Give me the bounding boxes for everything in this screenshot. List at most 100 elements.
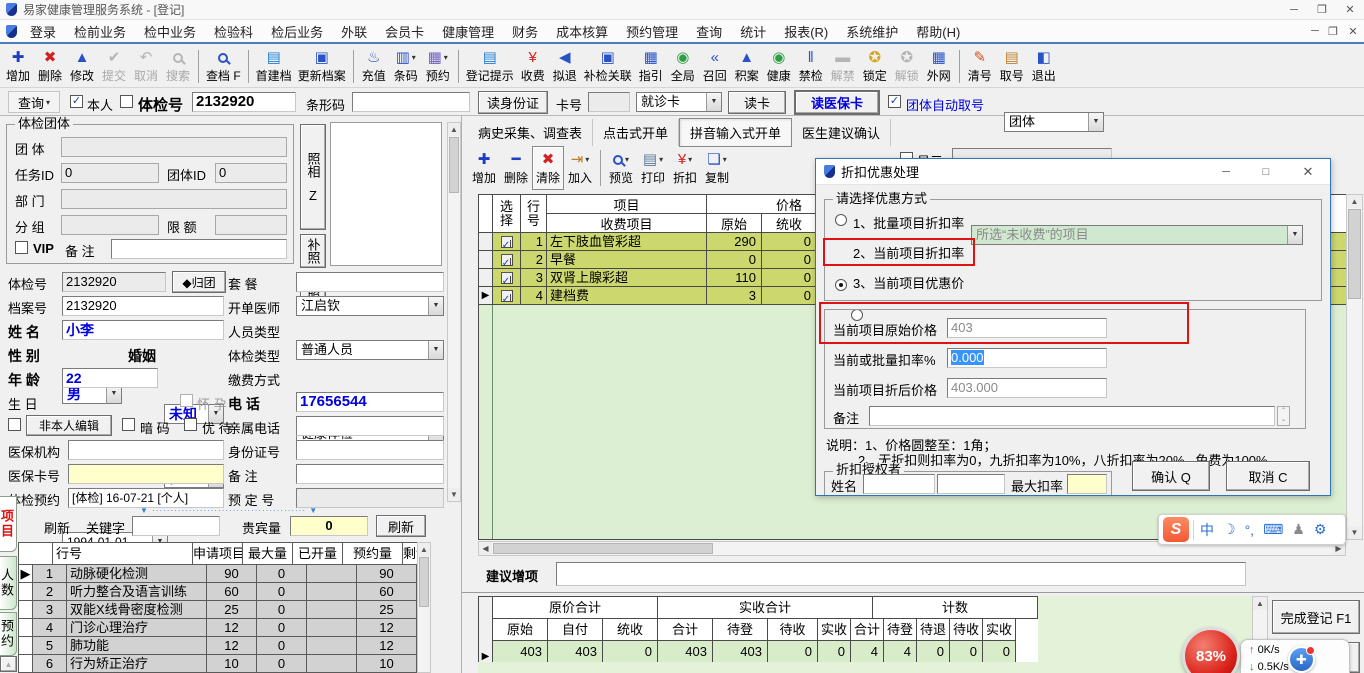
menu-item[interactable]: 检后业务 [262, 22, 332, 41]
column-header[interactable]: 待登 [884, 619, 917, 641]
limit-input[interactable] [215, 215, 287, 235]
tong-price-header[interactable]: 统收 [762, 214, 817, 233]
column-header[interactable]: 原始 [493, 619, 548, 641]
column-header[interactable]: 最大量 [243, 543, 293, 565]
toolbar-button[interactable]: ✖ 清除 [532, 146, 565, 190]
row-checkbox[interactable]: ✓ [500, 271, 513, 284]
toolbar-button[interactable]: ✚ 增加 [2, 46, 34, 87]
column-header[interactable]: 统收 [603, 619, 658, 641]
not-self-checkbox[interactable]: ✓ [8, 418, 21, 431]
column-header[interactable]: 已开量 [293, 543, 343, 565]
self-checkbox[interactable]: ✓ [70, 95, 83, 108]
toolbar-button[interactable]: 搜索 [162, 46, 194, 87]
toolbar-button[interactable]: ↶ 取消 [130, 46, 162, 87]
menu-item[interactable]: 报表(R) [775, 22, 837, 41]
refresh-link[interactable]: 刷新 [44, 518, 70, 537]
column-header[interactable]: 原价合计 [493, 597, 658, 619]
card-input[interactable] [588, 92, 630, 112]
toolbar-button[interactable]: ▦ 外网 [923, 46, 955, 87]
dropdown-arrow-icon[interactable]: ▾ [723, 151, 727, 169]
toolbar-button[interactable]: ▾ 预览 [605, 146, 637, 190]
toolbar-button[interactable]: ▤ ▾ 打印 [637, 146, 669, 190]
auth-name-input[interactable] [863, 474, 935, 494]
table-row[interactable]: ▶ 1 动脉硬化检测 90 0 90 [19, 565, 417, 583]
side-tab[interactable]: 人数 [0, 556, 17, 610]
items-table-vscrollbar[interactable]: ▲ ▼ [1346, 194, 1363, 540]
menu-item[interactable]: 健康管理 [433, 22, 503, 41]
column-header[interactable] [19, 543, 53, 565]
table-row[interactable]: 2 听力整合及语言训练 60 0 60 [19, 583, 417, 601]
sogou-logo-icon[interactable]: S [1163, 517, 1189, 542]
query-dropdown-button[interactable]: 查询 ▾ [8, 91, 60, 113]
line-column-header[interactable]: 行号 [521, 195, 547, 233]
dropdown-arrow-icon[interactable]: ▾ [688, 151, 692, 169]
column-header[interactable]: 待退 [917, 619, 950, 641]
remark-input[interactable] [296, 464, 444, 484]
table-row[interactable]: 4 门诊心理治疗 12 0 12 [19, 619, 417, 637]
panel-splitter[interactable]: ▼ ······································… [140, 506, 340, 515]
toolbar-button[interactable]: ◉ 健康 [763, 46, 795, 87]
toolbar-button[interactable]: ✔ 提交 [98, 46, 130, 87]
item-group-header[interactable]: 项目 [547, 195, 707, 214]
tools-icon[interactable]: ⚙ [1314, 521, 1327, 538]
person-type-combo[interactable]: 普通人员 ▼ [296, 340, 444, 360]
toolbar-button[interactable]: ▥ ▾ 条码 [390, 46, 422, 87]
table-row[interactable]: 3 双能X线骨密度检测 25 0 25 [19, 601, 417, 619]
close-button[interactable]: ✕ [1336, 3, 1364, 16]
toolbar-button[interactable]: ✚ 增加 [468, 146, 500, 190]
card-type-combo[interactable]: 就诊卡 ▼ [636, 92, 722, 112]
order-tab[interactable]: 病史采集、调查表 [468, 119, 594, 146]
toolbar-button[interactable]: « 召回 [699, 46, 731, 87]
toolbar-button[interactable]: ▣ 更新档案 [295, 46, 349, 87]
toolbar-button[interactable]: ✪ 锁定 [859, 46, 891, 87]
menu-item[interactable]: 检前业务 [65, 22, 135, 41]
toolbar-button[interactable]: ▦ ▾ 预约 [422, 46, 454, 87]
chinese-mode-icon[interactable]: 中 [1200, 520, 1214, 540]
not-self-edit-button[interactable]: 非本人编辑 [26, 415, 112, 436]
menu-item[interactable]: 外联 [332, 22, 376, 41]
column-header[interactable]: 待收 [950, 619, 983, 641]
mdi-restore-button[interactable]: ❐ [1324, 25, 1342, 38]
column-header[interactable]: 剩余量 [403, 543, 417, 565]
return-group-button[interactable]: ◆归团 [172, 271, 226, 293]
maximize-button[interactable]: ❐ [1308, 3, 1336, 16]
confirm-button[interactable]: 确认 Q [1132, 461, 1210, 491]
dialog-maximize-button[interactable]: □ [1246, 166, 1286, 178]
toolbar-button[interactable]: ‖ 禁检 [795, 46, 827, 87]
toolbar-button[interactable]: ⇥ ▾ 加入 [564, 146, 596, 190]
side-tab[interactable]: 预约 [0, 612, 17, 656]
select-column-header[interactable]: 选择 [493, 195, 521, 233]
menu-item[interactable]: 财务 [503, 22, 547, 41]
toolbar-button[interactable]: 查档 F [203, 46, 244, 87]
column-header[interactable]: 行号 [53, 543, 193, 565]
rate-input[interactable]: 0.000 [947, 348, 1107, 368]
doctor-combo[interactable]: 江启钦 ▼ [296, 296, 444, 316]
toolbar-button[interactable]: ◉ 全局 [667, 46, 699, 87]
person-icon[interactable]: ♟ [1292, 521, 1305, 538]
column-header[interactable]: 实收合计 [658, 597, 873, 619]
menu-item[interactable]: 查询 [687, 22, 731, 41]
menu-item[interactable]: 检中业务 [135, 22, 205, 41]
toolbar-button[interactable]: ▦ 指引 [635, 46, 667, 87]
dept-input[interactable] [61, 189, 287, 209]
dialog-note-input[interactable] [869, 406, 1275, 426]
cancel-button[interactable]: 取消 C [1226, 461, 1310, 491]
row-checkbox[interactable]: ✓ [500, 235, 513, 248]
retake-photo-button[interactable]: 补照 [300, 234, 326, 268]
barcode-input[interactable] [352, 92, 470, 112]
mdi-close-button[interactable]: ✕ [1342, 25, 1364, 38]
dropdown-arrow-icon[interactable]: ▾ [625, 151, 629, 169]
vip-checkbox[interactable]: ✓ [15, 241, 28, 254]
dialog-minimize-button[interactable]: ─ [1206, 166, 1246, 178]
menu-item[interactable]: 检验科 [205, 22, 262, 41]
order-tab[interactable]: 点击式开单 [593, 119, 680, 146]
toolbar-button[interactable]: ▲ 积案 [731, 46, 763, 87]
toolbar-button[interactable]: ▲ 修改 [66, 46, 98, 87]
relative-phone-input[interactable] [296, 416, 444, 436]
column-header[interactable]: 待收 [768, 619, 818, 641]
side-tab[interactable]: 项目 [0, 496, 17, 552]
toolbar-button[interactable]: ▤ 登记提示 [463, 46, 517, 87]
pregnant-checkbox[interactable]: ✓ [180, 394, 193, 407]
column-header[interactable]: 实收 [818, 619, 851, 641]
quota-table-scrollbar[interactable]: ▲ [417, 542, 431, 673]
